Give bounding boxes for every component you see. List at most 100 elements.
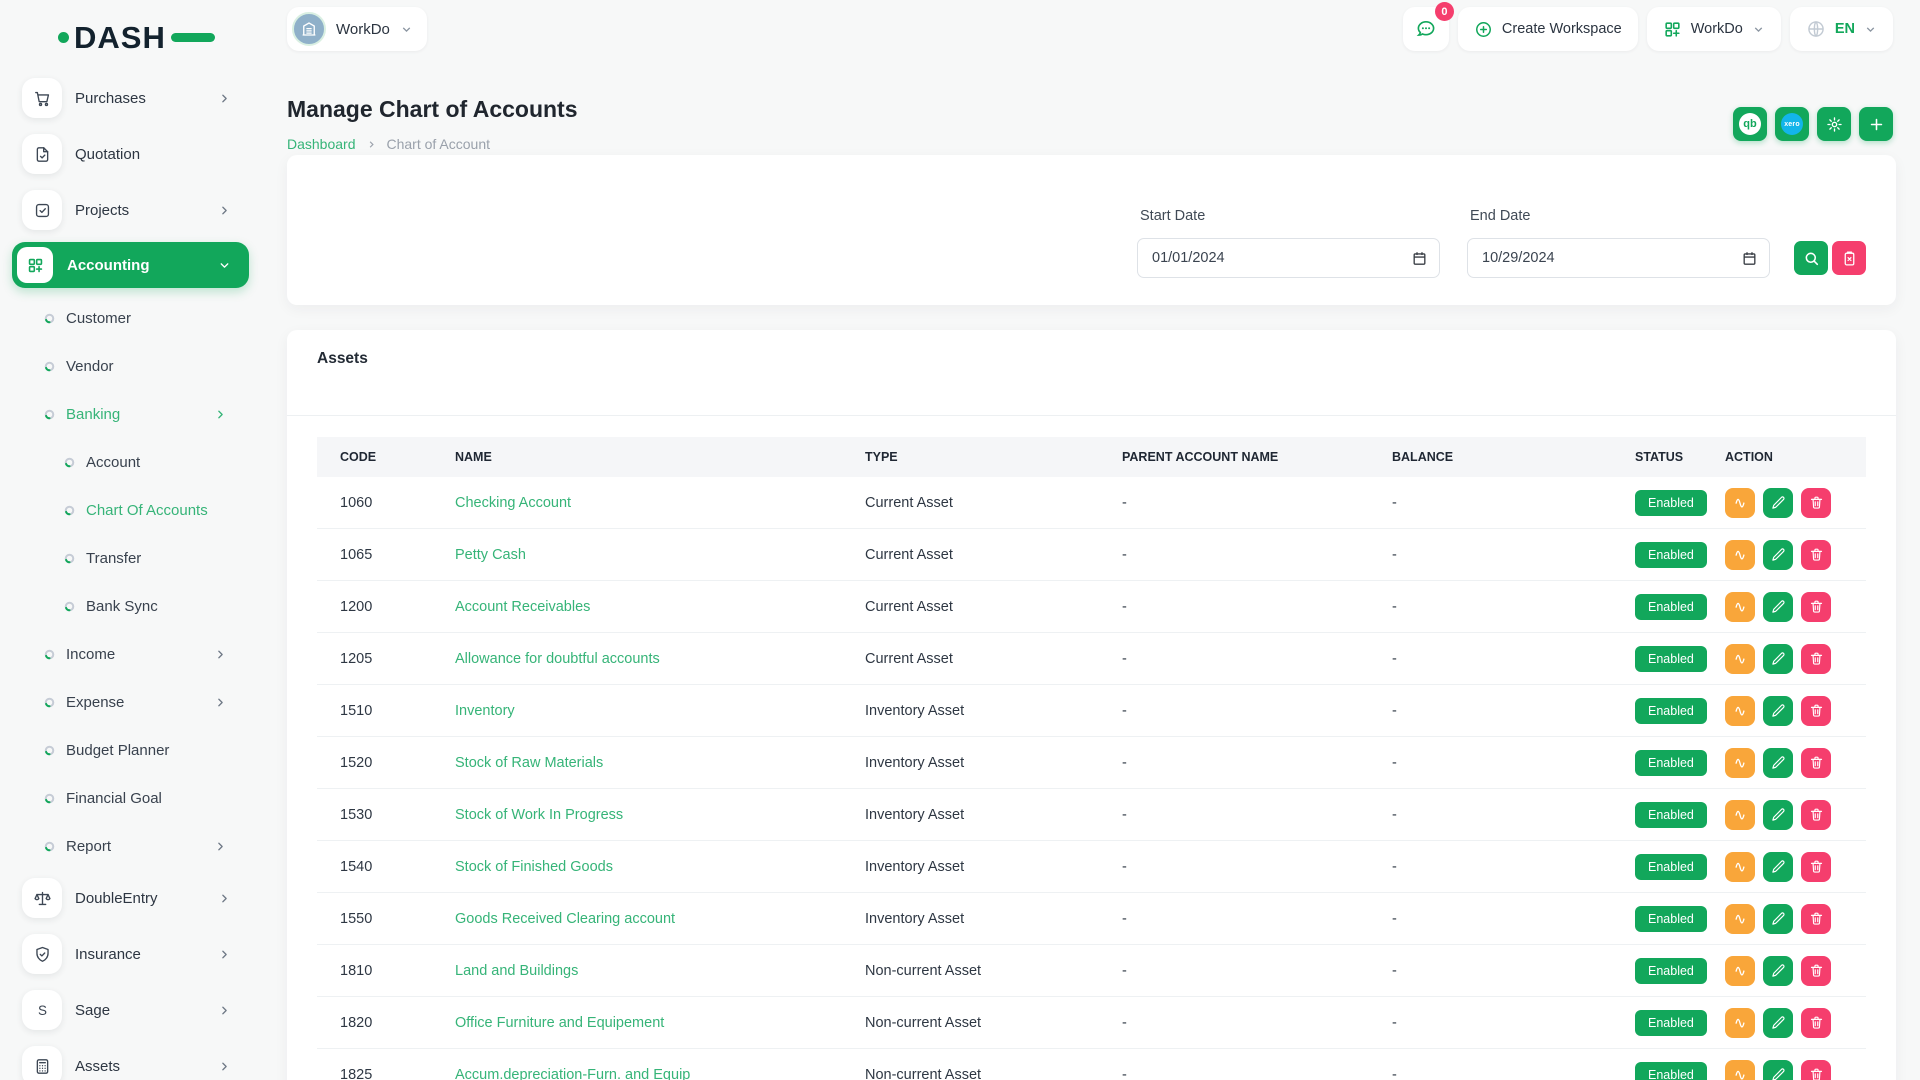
delete-button[interactable] bbox=[1801, 696, 1831, 726]
sidebar-item-projects[interactable]: Projects bbox=[0, 182, 265, 238]
sidebar-item-insurance[interactable]: Insurance bbox=[0, 926, 265, 982]
delete-button[interactable] bbox=[1801, 1060, 1831, 1080]
workspace-selector[interactable]: WorkDo bbox=[287, 7, 427, 51]
check-square-icon bbox=[22, 190, 62, 230]
create-workspace-button[interactable]: Create Workspace bbox=[1458, 7, 1638, 51]
account-name-link[interactable]: Office Furniture and Equipement bbox=[455, 1015, 664, 1031]
cell-balance: - bbox=[1392, 651, 1635, 667]
account-name-link[interactable]: Accum.depreciation-Furn. and Equip bbox=[455, 1067, 690, 1080]
edit-button[interactable] bbox=[1763, 1060, 1793, 1080]
edit-button[interactable] bbox=[1763, 1008, 1793, 1038]
account-name-link[interactable]: Checking Account bbox=[455, 495, 571, 511]
app-switcher-button[interactable]: WorkDo bbox=[1647, 7, 1781, 51]
sidebar-item-financial-goal[interactable]: Financial Goal bbox=[0, 774, 265, 822]
sidebar-item-sage[interactable]: SSage bbox=[0, 982, 265, 1038]
sidebar-item-account[interactable]: Account bbox=[0, 438, 265, 486]
delete-button[interactable] bbox=[1801, 540, 1831, 570]
delete-button[interactable] bbox=[1801, 800, 1831, 830]
edit-button[interactable] bbox=[1763, 644, 1793, 674]
edit-button[interactable] bbox=[1763, 748, 1793, 778]
transactions-button[interactable] bbox=[1725, 540, 1755, 570]
transactions-button[interactable] bbox=[1725, 1060, 1755, 1080]
account-name-link[interactable]: Goods Received Clearing account bbox=[455, 911, 675, 927]
cell-status: Enabled bbox=[1635, 542, 1725, 568]
cell-type: Inventory Asset bbox=[865, 859, 1122, 875]
edit-button[interactable] bbox=[1763, 800, 1793, 830]
delete-button[interactable] bbox=[1801, 592, 1831, 622]
sidebar-item-purchases[interactable]: Purchases bbox=[0, 70, 265, 126]
transactions-button[interactable] bbox=[1725, 488, 1755, 518]
sidebar-item-income[interactable]: Income bbox=[0, 630, 265, 678]
account-name-link[interactable]: Inventory bbox=[455, 703, 515, 719]
sidebar-item-budget-planner[interactable]: Budget Planner bbox=[0, 726, 265, 774]
column-header-type: TYPE bbox=[865, 450, 1122, 464]
messages-button[interactable]: 0 bbox=[1403, 7, 1449, 51]
account-name-link[interactable]: Stock of Finished Goods bbox=[455, 859, 613, 875]
delete-button[interactable] bbox=[1801, 488, 1831, 518]
transactions-button[interactable] bbox=[1725, 644, 1755, 674]
reset-filter-button[interactable] bbox=[1832, 241, 1866, 275]
edit-button[interactable] bbox=[1763, 540, 1793, 570]
sidebar-item-vendor[interactable]: Vendor bbox=[0, 342, 265, 390]
transactions-button[interactable] bbox=[1725, 592, 1755, 622]
cell-type: Inventory Asset bbox=[865, 755, 1122, 771]
shield-check-icon bbox=[22, 934, 62, 974]
transactions-button[interactable] bbox=[1725, 852, 1755, 882]
quickbooks-button[interactable]: qb bbox=[1733, 107, 1767, 141]
end-date-field[interactable] bbox=[1468, 239, 1769, 277]
account-name-link[interactable]: Land and Buildings bbox=[455, 963, 578, 979]
settings-button[interactable] bbox=[1817, 107, 1851, 141]
sidebar-item-banking[interactable]: Banking bbox=[0, 390, 265, 438]
sidebar-item-assets[interactable]: Assets bbox=[0, 1038, 265, 1080]
transactions-button[interactable] bbox=[1725, 800, 1755, 830]
cell-parent-account: - bbox=[1122, 651, 1392, 667]
delete-button[interactable] bbox=[1801, 748, 1831, 778]
start-date-field[interactable] bbox=[1138, 239, 1439, 277]
sidebar-item-doubleentry[interactable]: DoubleEntry bbox=[0, 870, 265, 926]
sidebar-item-report[interactable]: Report bbox=[0, 822, 265, 870]
transactions-button[interactable] bbox=[1725, 748, 1755, 778]
sidebar-item-expense[interactable]: Expense bbox=[0, 678, 265, 726]
cell-type: Current Asset bbox=[865, 599, 1122, 615]
account-name-link[interactable]: Stock of Raw Materials bbox=[455, 755, 603, 771]
delete-button[interactable] bbox=[1801, 904, 1831, 934]
account-name-link[interactable]: Petty Cash bbox=[455, 547, 526, 563]
edit-button[interactable] bbox=[1763, 852, 1793, 882]
sidebar-item-customer[interactable]: Customer bbox=[0, 294, 265, 342]
sidebar-item-accounting[interactable]: Accounting bbox=[12, 242, 249, 288]
language-selector[interactable]: EN bbox=[1790, 7, 1893, 51]
sidebar-item-chart-of-accounts[interactable]: Chart Of Accounts bbox=[0, 486, 265, 534]
transactions-button[interactable] bbox=[1725, 1008, 1755, 1038]
account-name-link[interactable]: Stock of Work In Progress bbox=[455, 807, 623, 823]
calendar-icon[interactable] bbox=[1411, 250, 1428, 267]
delete-button[interactable] bbox=[1801, 644, 1831, 674]
edit-button[interactable] bbox=[1763, 696, 1793, 726]
edit-button[interactable] bbox=[1763, 956, 1793, 986]
cell-code: 1205 bbox=[317, 651, 455, 667]
transactions-button[interactable] bbox=[1725, 904, 1755, 934]
transactions-button[interactable] bbox=[1725, 696, 1755, 726]
edit-button[interactable] bbox=[1763, 904, 1793, 934]
sidebar-item-quotation[interactable]: Quotation bbox=[0, 126, 265, 182]
edit-button[interactable] bbox=[1763, 592, 1793, 622]
delete-button[interactable] bbox=[1801, 1008, 1831, 1038]
end-date-input[interactable] bbox=[1467, 238, 1770, 278]
search-button[interactable] bbox=[1794, 241, 1828, 275]
delete-button[interactable] bbox=[1801, 852, 1831, 882]
sidebar-item-bank-sync[interactable]: Bank Sync bbox=[0, 582, 265, 630]
start-date-input[interactable] bbox=[1137, 238, 1440, 278]
account-name-link[interactable]: Account Receivables bbox=[455, 599, 590, 615]
cell-name: Accum.depreciation-Furn. and Equip bbox=[455, 1067, 865, 1080]
chat-icon bbox=[1415, 18, 1437, 40]
xero-button[interactable]: xero bbox=[1775, 107, 1809, 141]
sidebar-item-transfer[interactable]: Transfer bbox=[0, 534, 265, 582]
delete-button[interactable] bbox=[1801, 956, 1831, 986]
transactions-button[interactable] bbox=[1725, 956, 1755, 986]
add-account-button[interactable] bbox=[1859, 107, 1893, 141]
edit-button[interactable] bbox=[1763, 488, 1793, 518]
globe-icon bbox=[1806, 19, 1826, 39]
account-name-link[interactable]: Allowance for doubtful accounts bbox=[455, 651, 660, 667]
brand-logo[interactable]: DASH bbox=[58, 22, 215, 53]
breadcrumb-dashboard-link[interactable]: Dashboard bbox=[287, 136, 356, 152]
calendar-icon[interactable] bbox=[1741, 250, 1758, 267]
